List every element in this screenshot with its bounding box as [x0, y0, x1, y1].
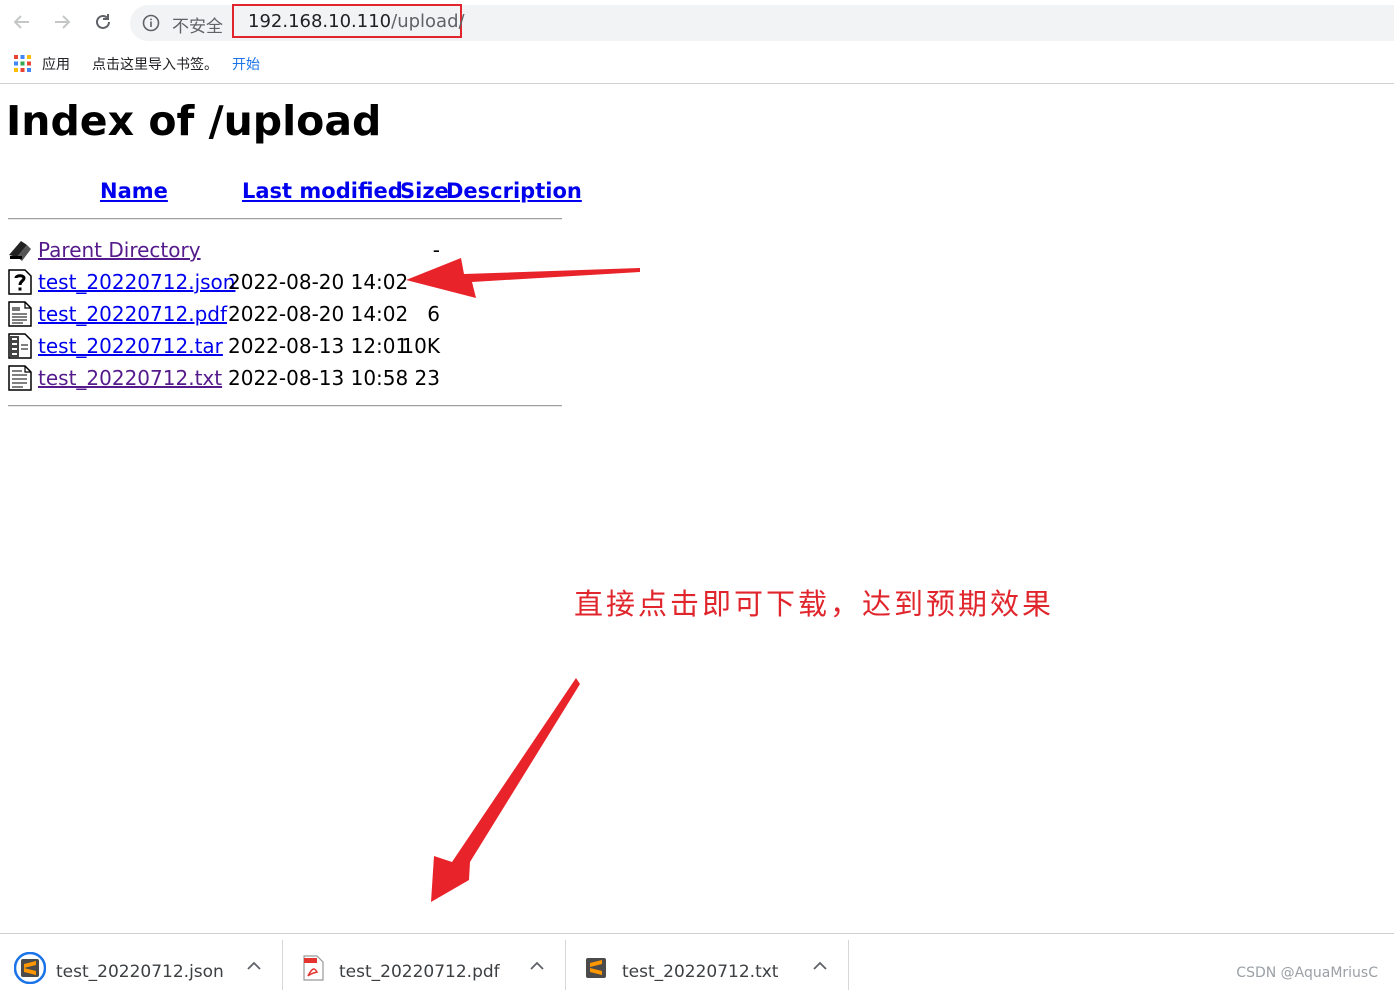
- download-item-txt[interactable]: test_20220712.txt: [566, 940, 849, 990]
- annotation-arrows: [406, 258, 640, 902]
- download-filename: test_20220712.txt: [622, 962, 779, 982]
- download-filename: test_20220712.pdf: [339, 962, 500, 982]
- chevron-up-icon[interactable]: [244, 956, 264, 976]
- sublime-text-icon: [586, 958, 606, 978]
- download-filename: test_20220712.json: [56, 962, 224, 982]
- download-item-json[interactable]: test_20220712.json: [0, 940, 283, 990]
- download-item-pdf[interactable]: test_20220712.pdf: [283, 940, 566, 990]
- watermark: CSDN @AquaMriusC: [1236, 965, 1378, 981]
- sublime-text-icon: [14, 952, 46, 984]
- pdf-file-icon: [303, 955, 324, 981]
- arrow-to-downloads-icon: [431, 678, 580, 902]
- chevron-up-icon[interactable]: [527, 956, 547, 976]
- arrow-to-json-icon: [406, 258, 640, 298]
- chevron-up-icon[interactable]: [810, 956, 830, 976]
- download-shelf: test_20220712.json test_20220712.pdf tes…: [0, 933, 1394, 990]
